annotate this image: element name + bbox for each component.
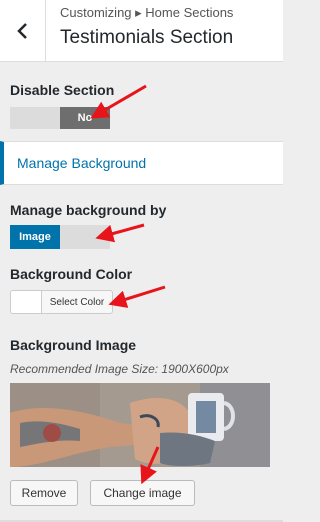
remove-image-button[interactable]: Remove [10,480,78,506]
back-button[interactable] [0,0,46,62]
disable-section-toggle[interactable]: No [10,107,110,129]
background-image-preview [10,383,270,467]
breadcrumb: Customizing ▸ Home Sections [60,5,234,20]
select-color-text: Select Color [49,296,105,308]
background-color-label: Background Color [10,266,133,282]
disable-section-label: Disable Section [10,82,115,98]
recommended-size-note: Recommended Image Size: 1900X600px [10,362,229,376]
manage-background-section[interactable]: Manage Background [0,141,283,185]
manage-background-heading: Manage Background [17,155,147,171]
select-color-button[interactable]: Select Color [10,290,113,314]
toggle-off-side[interactable] [10,107,60,129]
customizer-header: Customizing ▸ Home Sections Testimonials… [0,0,283,62]
chevron-left-icon [16,23,27,39]
page-title: Testimonials Section [60,27,234,48]
change-image-button[interactable]: Change image [90,480,195,506]
arrow-to-background-switch [95,223,145,243]
background-by-switch[interactable]: Image [10,225,110,249]
background-image-label: Background Image [10,337,137,353]
background-by-label: Manage background by [10,202,167,218]
background-by-other-option[interactable] [60,225,110,249]
toggle-value[interactable]: No [60,107,110,129]
arrow-to-select-color [108,285,166,308]
background-by-image-option[interactable]: Image [10,225,60,249]
tattooed-arms-mug-photo [10,383,270,467]
color-swatch[interactable] [11,291,42,313]
